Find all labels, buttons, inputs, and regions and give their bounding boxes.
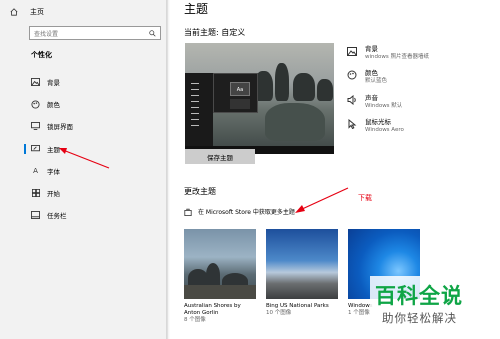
theme-attr-color[interactable]: 颜色 默认蓝色 xyxy=(346,69,387,85)
change-theme-heading: 更改主题 xyxy=(184,187,216,196)
palette-icon xyxy=(346,69,358,81)
attr-label: 声音 xyxy=(365,94,378,102)
home-icon xyxy=(10,8,18,16)
watermark-subtitle: 助你轻松解决 xyxy=(382,311,457,325)
theme-name: Australian Shores by Anton Gorlin xyxy=(184,303,241,316)
cursor-icon xyxy=(346,118,358,130)
theme-attr-sound[interactable]: 声音 Windows 默认 xyxy=(346,94,402,110)
attr-label: 颜色 xyxy=(365,69,378,77)
attr-value: windows 照片查看器墙纸 xyxy=(365,54,429,60)
sidebar-divider xyxy=(166,0,170,339)
store-link[interactable]: 在 Microsoft Store 中获取更多主题 xyxy=(184,207,295,216)
sidebar-item-colors[interactable]: 颜色 xyxy=(0,96,168,112)
home-label: 主页 xyxy=(30,8,44,16)
save-theme-button[interactable]: 保存主题 xyxy=(185,149,255,164)
watermark-title: 百科全说 xyxy=(375,284,463,308)
attr-label: 鼠标光标 xyxy=(365,118,391,126)
sidebar-item-start[interactable]: 开始 xyxy=(0,185,168,201)
image-icon xyxy=(31,78,40,87)
sidebar-item-label: 锁屏界面 xyxy=(47,123,73,131)
theme-thumbnail xyxy=(184,229,256,299)
attr-label: 背景 xyxy=(365,45,378,53)
theme-card-australian-shores[interactable]: Australian Shores by Anton Gorlin 8 个图像 xyxy=(184,229,256,324)
search-input[interactable]: 查找设置 xyxy=(29,26,161,40)
home-link[interactable]: 主页 xyxy=(10,5,44,19)
theme-thumbnail xyxy=(266,229,338,299)
attr-value: Windows 默认 xyxy=(365,103,403,109)
preview-window: Aa xyxy=(213,73,258,113)
theme-count: 8 个图像 xyxy=(184,317,206,323)
sidebar-item-background[interactable]: 背景 xyxy=(0,74,168,90)
store-bag-icon xyxy=(184,208,192,216)
download-annotation: 下载 xyxy=(358,194,372,202)
watermark: 百科全说 助你轻松解决 xyxy=(370,276,500,339)
attr-value: 默认蓝色 xyxy=(365,78,388,84)
theme-preview: Aa xyxy=(185,43,334,154)
search-icon xyxy=(149,29,156,37)
theme-count: 10 个图像 xyxy=(266,310,292,316)
sidebar-item-label: 开始 xyxy=(47,190,60,198)
sidebar-item-lockscreen[interactable]: 锁屏界面 xyxy=(0,118,168,134)
sidebar-item-taskbar[interactable]: 任务栏 xyxy=(0,207,168,223)
theme-attr-cursor[interactable]: 鼠标光标 Windows Aero xyxy=(346,118,404,134)
annotation-arrow-store xyxy=(295,187,349,213)
font-icon: A xyxy=(33,167,38,175)
start-icon xyxy=(31,189,40,198)
sidebar-item-label: 任务栏 xyxy=(47,212,67,220)
palette-icon xyxy=(31,99,40,109)
brush-icon xyxy=(31,145,40,154)
page-title: 主题 xyxy=(184,2,209,16)
attr-value: Windows Aero xyxy=(365,127,404,133)
preview-tile: Aa xyxy=(230,82,250,96)
annotation-arrow-themes xyxy=(59,148,110,169)
sidebar-item-label: 颜色 xyxy=(47,101,60,109)
monitor-icon xyxy=(31,122,40,131)
theme-attr-background[interactable]: 背景 windows 照片查看器墙纸 xyxy=(346,45,429,61)
theme-card-bing-us-national-parks[interactable]: Bing US National Parks 10 个图像 xyxy=(266,229,338,317)
image-icon xyxy=(346,45,358,57)
section-title: 个性化 xyxy=(31,51,52,59)
preview-start-menu xyxy=(185,73,213,154)
theme-name: Bing US National Parks xyxy=(266,303,329,309)
store-link-label: 在 Microsoft Store 中获取更多主题 xyxy=(198,209,295,216)
taskbar-icon xyxy=(31,211,40,220)
search-placeholder: 查找设置 xyxy=(34,30,59,38)
speaker-icon xyxy=(346,94,358,106)
sidebar-item-label: 背景 xyxy=(47,79,60,87)
current-theme-heading: 当前主题: 自定义 xyxy=(184,28,246,37)
